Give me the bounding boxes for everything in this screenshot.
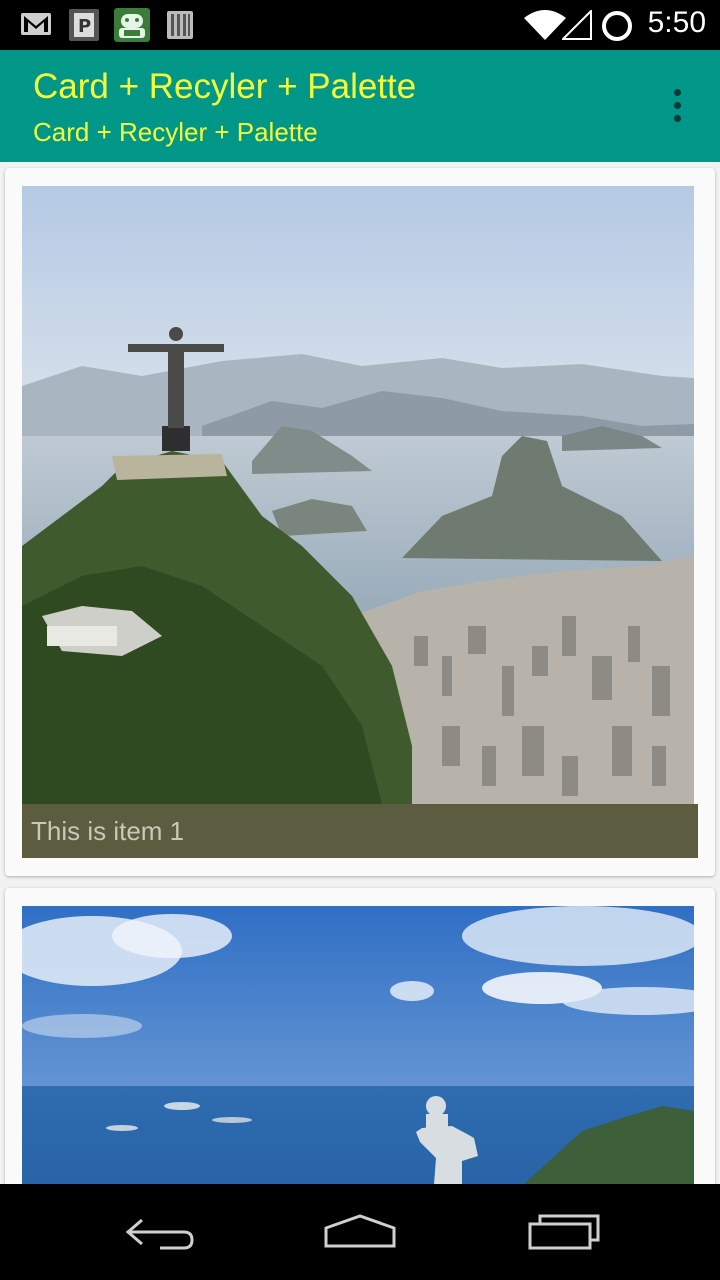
card-image xyxy=(22,186,694,804)
recents-icon[interactable] xyxy=(524,1210,604,1254)
svg-text:P: P xyxy=(78,16,91,37)
overflow-menu-button[interactable] xyxy=(666,86,690,126)
screen: P 5:50 Card + Recyler + Palette Card + R… xyxy=(0,0,720,1280)
clock: 5:50 xyxy=(647,6,706,39)
back-icon[interactable] xyxy=(120,1210,200,1254)
card-item[interactable] xyxy=(5,888,715,1184)
card-caption-text: This is item 1 xyxy=(31,816,185,846)
page-subtitle: Card + Recyler + Palette xyxy=(33,117,318,147)
signal-icon xyxy=(562,10,592,40)
christ-redeemer-aerial-image xyxy=(22,186,694,804)
recycler-list[interactable]: This is item 1 xyxy=(0,162,720,1184)
page-title: Card + Recyler + Palette xyxy=(33,67,417,106)
parking-icon: P xyxy=(69,9,99,41)
status-bar: P 5:50 xyxy=(0,0,720,50)
card-caption: This is item 1 xyxy=(22,804,698,858)
wifi-icon xyxy=(524,10,566,40)
sync-circle-icon xyxy=(602,11,632,41)
overflow-dot xyxy=(674,102,681,109)
card-image xyxy=(22,906,694,1184)
navigation-bar xyxy=(0,1184,720,1280)
home-icon[interactable] xyxy=(320,1210,400,1254)
christ-redeemer-sky-image xyxy=(22,906,694,1184)
overflow-dot xyxy=(674,89,681,96)
overflow-dot xyxy=(674,115,681,122)
gmail-icon xyxy=(21,13,51,35)
barcode-icon xyxy=(167,11,193,39)
card-item[interactable]: This is item 1 xyxy=(5,168,715,876)
android-icon xyxy=(114,8,150,42)
app-bar: Card + Recyler + Palette Card + Recyler … xyxy=(0,50,720,162)
